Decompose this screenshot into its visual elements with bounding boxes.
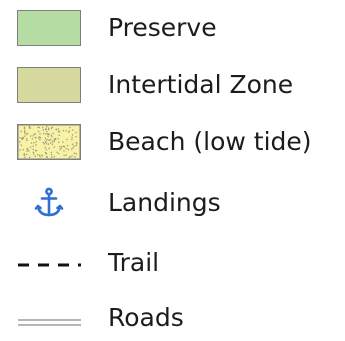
legend-label-beach: Beach (low tide): [108, 127, 312, 156]
legend-item-beach: Beach (low tide): [0, 119, 345, 165]
legend-label-preserve: Preserve: [108, 13, 217, 42]
dashed-line-icon: [17, 245, 81, 281]
legend-item-roads: Roads: [0, 295, 345, 341]
legend-label-roads: Roads: [108, 303, 184, 332]
map-legend: Preserve Intertidal Zone Beach (low tide…: [0, 0, 345, 335]
legend-item-trail: Trail: [0, 240, 345, 286]
legend-label-intertidal-zone: Intertidal Zone: [108, 70, 294, 99]
legend-item-landings: Landings: [0, 180, 345, 226]
legend-item-intertidal-zone: Intertidal Zone: [0, 62, 345, 108]
anchor-icon: [17, 185, 81, 221]
preserve-swatch: [17, 10, 81, 46]
legend-label-landings: Landings: [108, 188, 221, 217]
legend-label-trail: Trail: [108, 248, 160, 277]
legend-item-preserve: Preserve: [0, 5, 345, 51]
double-line-icon: [17, 300, 81, 336]
beach-swatch: [17, 124, 81, 160]
intertidal-swatch: [17, 67, 81, 103]
